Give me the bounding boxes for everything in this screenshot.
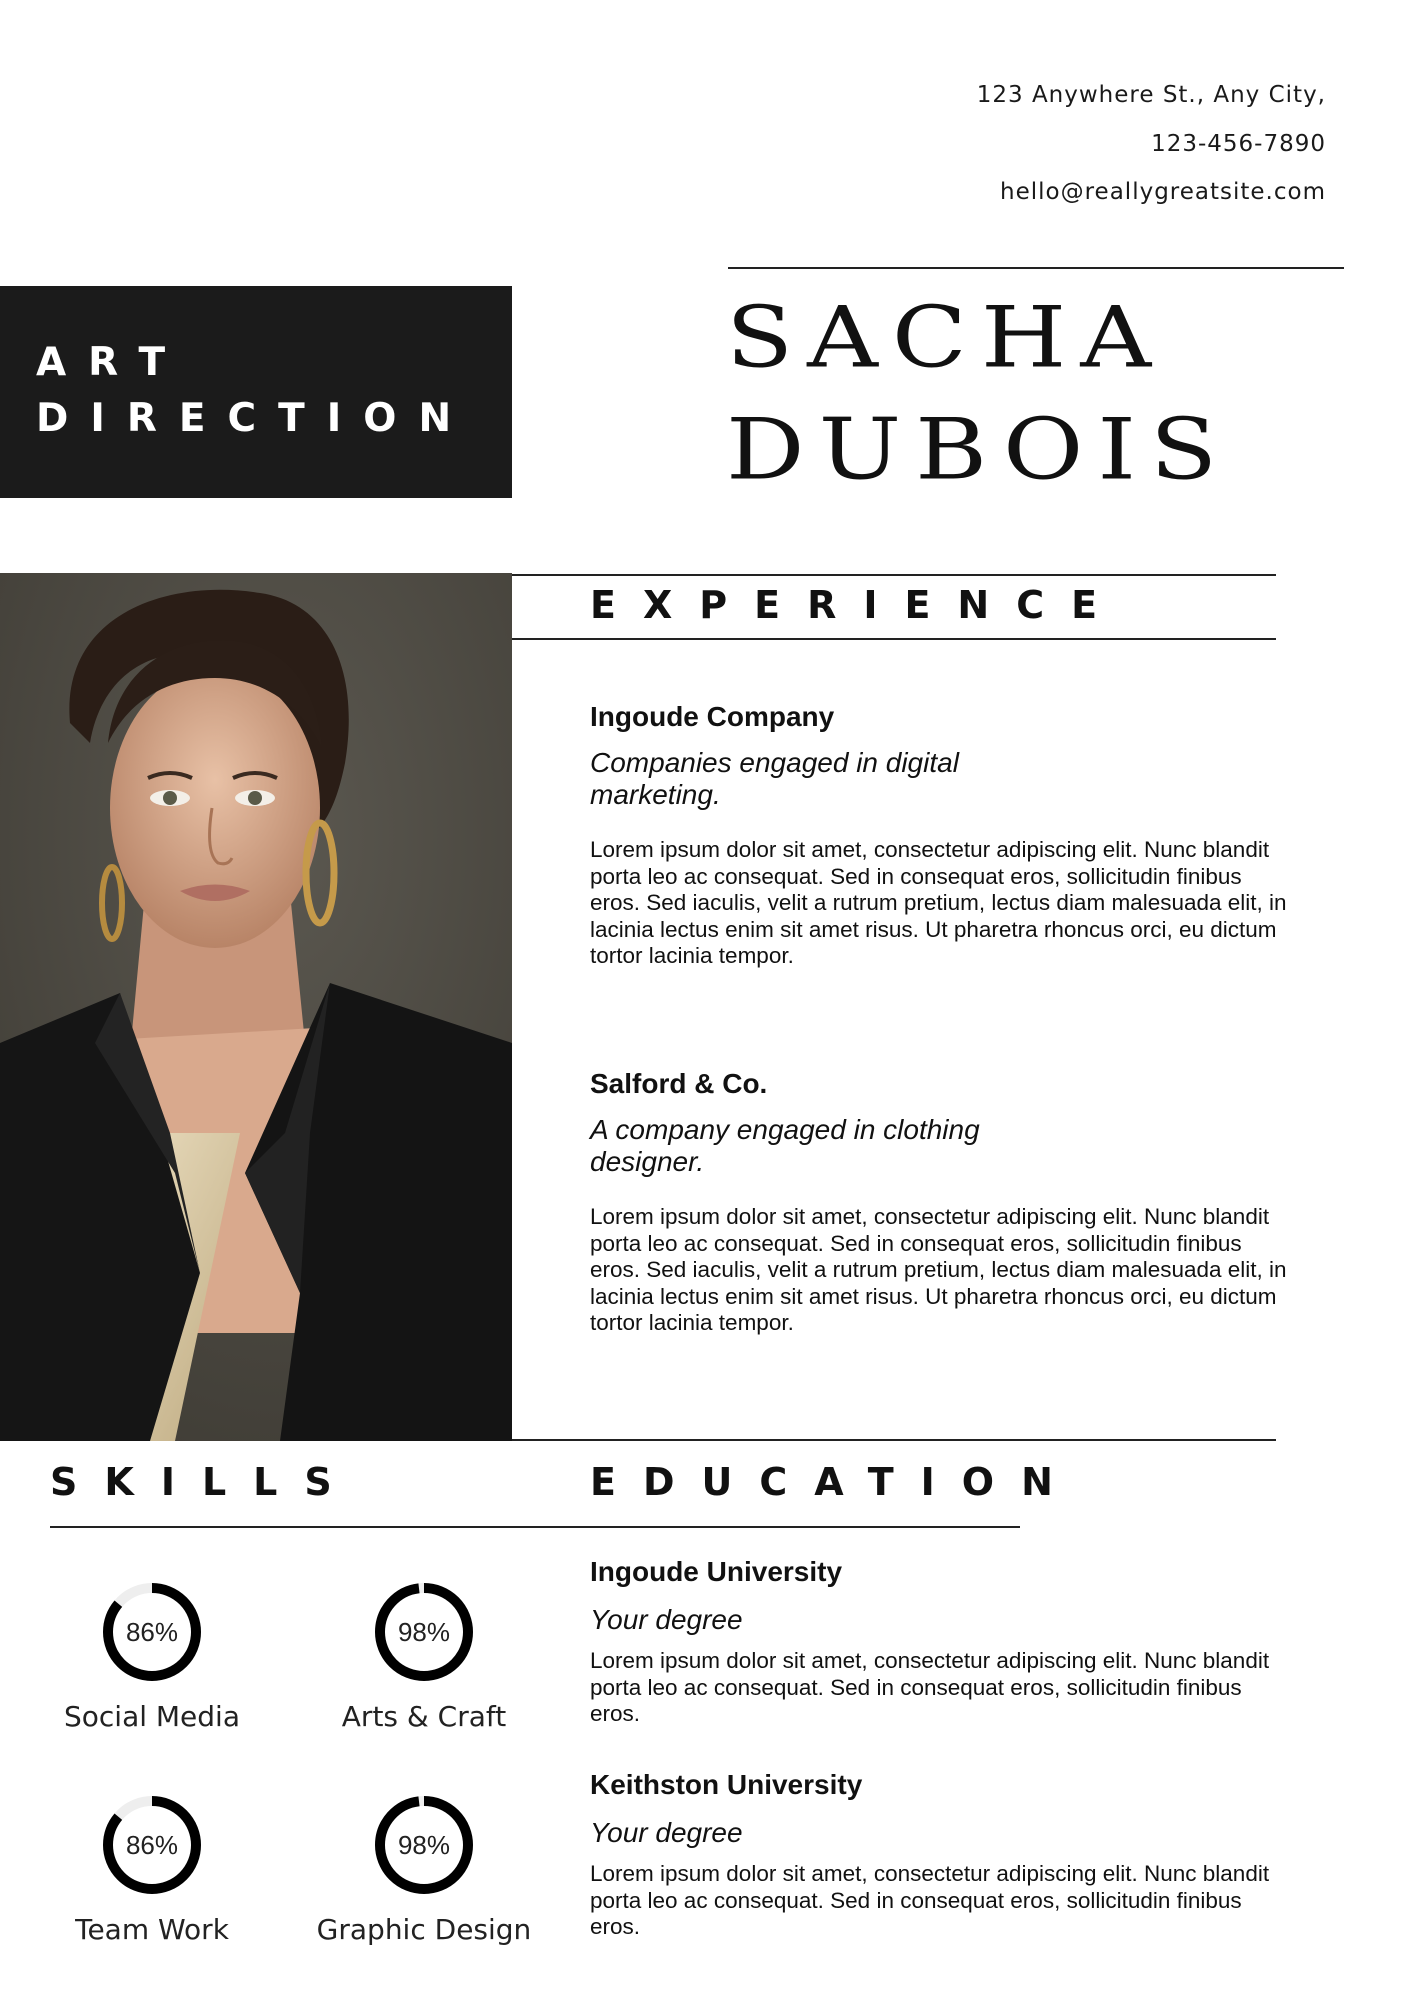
- skill-gauge: 98%: [372, 1793, 476, 1897]
- role-line-2: DIRECTION: [36, 396, 474, 441]
- education-body: Lorem ipsum dolor sit amet, consectetur …: [590, 1861, 1270, 1939]
- contact-email: hello@reallygreatsite.com: [1000, 179, 1326, 205]
- skills-title: SKILLS: [50, 1460, 359, 1504]
- experience-company: Ingoude Company: [590, 701, 835, 732]
- skill-item: 98% Graphic Design: [304, 1793, 544, 1946]
- skill-label: Team Work: [75, 1913, 229, 1946]
- experience-end-divider: [512, 1439, 1276, 1441]
- experience-bottom-divider: [512, 638, 1276, 640]
- skill-value: 86%: [125, 1830, 179, 1860]
- skill-label: Social Media: [63, 1700, 240, 1733]
- role-line-1: ART: [36, 340, 188, 385]
- experience-description: Companies engaged in digital marketing.: [590, 747, 959, 810]
- skill-value: 98%: [397, 1830, 451, 1860]
- name-top-divider: [728, 267, 1344, 269]
- experience-item: Salford & Co. A company engaged in cloth…: [590, 1068, 1290, 1337]
- skill-value: 86%: [125, 1617, 179, 1647]
- skill-item: 86% Team Work: [32, 1793, 272, 1946]
- education-item: Ingoude University Your degree Lorem ips…: [590, 1556, 1290, 1728]
- skill-item: 86% Social Media: [32, 1580, 272, 1733]
- education-body: Lorem ipsum dolor sit amet, consectetur …: [590, 1648, 1270, 1726]
- name-last: DUBOIS: [726, 401, 1232, 500]
- skill-gauge: 86%: [100, 1580, 204, 1684]
- experience-item: Ingoude Company Companies engaged in dig…: [590, 701, 1290, 970]
- experience-description: A company engaged in clothing designer.: [590, 1114, 980, 1177]
- education-degree: Your degree: [590, 1817, 743, 1848]
- portrait-photo: [0, 573, 512, 1441]
- skill-item: 98% Arts & Craft: [304, 1580, 544, 1733]
- education-title: EDUCATION: [590, 1460, 1080, 1504]
- skill-gauge: 98%: [372, 1580, 476, 1684]
- name-first: SACHA: [726, 289, 1166, 388]
- skill-gauge: 86%: [100, 1793, 204, 1897]
- skill-label: Graphic Design: [316, 1913, 532, 1946]
- experience-top-divider: [512, 574, 1276, 576]
- education-school: Keithston University: [590, 1769, 863, 1800]
- skill-label: Arts & Craft: [341, 1700, 507, 1733]
- education-item: Keithston University Your degree Lorem i…: [590, 1769, 1290, 1941]
- experience-company: Salford & Co.: [590, 1068, 768, 1099]
- education-school: Ingoude University: [590, 1556, 843, 1587]
- contact-phone: 123-456-7890: [1151, 131, 1326, 157]
- experience-title: EXPERIENCE: [590, 583, 1125, 627]
- experience-body: Lorem ipsum dolor sit amet, consectetur …: [590, 1204, 1287, 1335]
- contact-address: 123 Anywhere St., Any City,: [976, 82, 1326, 108]
- skill-value: 98%: [397, 1617, 451, 1647]
- role-block: ART DIRECTION: [0, 286, 512, 498]
- education-degree: Your degree: [590, 1604, 743, 1635]
- skills-divider: [50, 1526, 1020, 1528]
- experience-body: Lorem ipsum dolor sit amet, consectetur …: [590, 837, 1287, 968]
